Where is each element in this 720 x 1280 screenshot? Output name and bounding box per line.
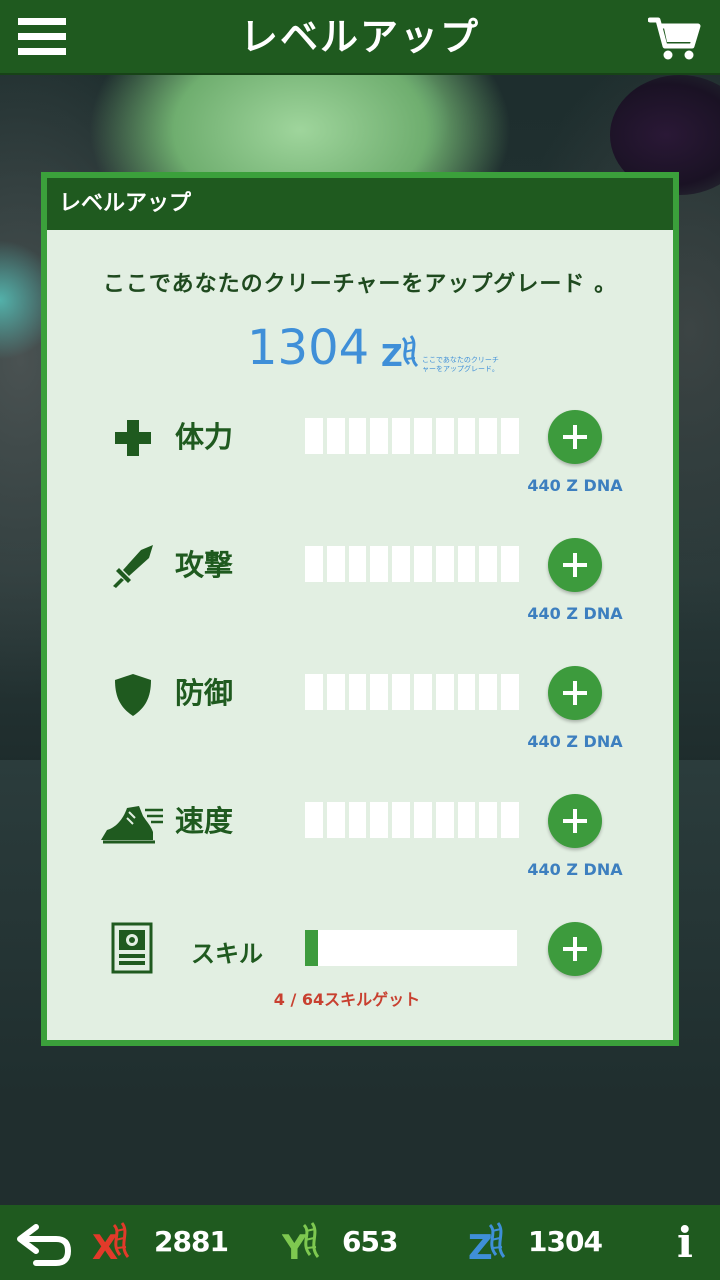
y-dna-value: 653 xyxy=(342,1225,398,1258)
dna-total: 1304 xyxy=(247,320,370,376)
defense-bar xyxy=(305,674,519,710)
upgrade-speed-button[interactable] xyxy=(548,794,602,848)
running-shoe-icon xyxy=(97,798,167,846)
x-dna-icon: X xyxy=(92,1219,138,1268)
stat-label-attack: 攻撃 xyxy=(175,548,234,582)
panel-description: ここであなたのクリーチャーをアップグレード 。 xyxy=(102,272,618,297)
level-up-panel: レベルアップ ここであなたのクリーチャーをアップグレード 。 1304 Z ここ… xyxy=(41,172,679,1046)
stat-label-speed: 速度 xyxy=(175,804,234,838)
panel-title: レベルアップ xyxy=(47,178,673,230)
health-cost: 440 Z DNA xyxy=(527,476,623,495)
z-dna-value: 1304 xyxy=(528,1225,603,1258)
speed-cost: 440 Z DNA xyxy=(527,860,623,879)
attack-cost: 440 Z DNA xyxy=(527,604,623,623)
speed-bar xyxy=(305,802,519,838)
skill-count-note: 4 / 64スキルゲット xyxy=(273,990,421,1009)
shopping-cart-icon[interactable] xyxy=(647,14,702,62)
skill-card-icon xyxy=(111,922,153,974)
stat-label-health: 体力 xyxy=(175,420,234,454)
health-cross-icon xyxy=(109,414,157,462)
y-dna-icon: Y xyxy=(281,1219,328,1268)
stat-label-skill: スキル xyxy=(191,940,263,968)
info-icon[interactable]: i xyxy=(668,1219,702,1267)
svg-text:Z: Z xyxy=(381,339,403,372)
svg-text:X: X xyxy=(92,1228,118,1265)
z-dna-icon-bottom: Z xyxy=(468,1219,514,1268)
skill-progress-fill xyxy=(305,930,319,966)
skill-progress-bar xyxy=(305,930,517,966)
upgrade-attack-button[interactable] xyxy=(548,538,602,592)
sword-icon xyxy=(109,542,157,590)
bottom-bar: X 2881 Y 653 Z 1304 i xyxy=(0,1205,720,1280)
top-bar: レベルアップ xyxy=(0,0,720,75)
upgrade-health-button[interactable] xyxy=(548,410,602,464)
health-bar xyxy=(305,418,519,454)
back-arrow-icon[interactable] xyxy=(16,1221,74,1267)
defense-cost: 440 Z DNA xyxy=(527,732,623,751)
page-title: レベルアップ xyxy=(239,15,480,59)
attack-bar xyxy=(305,546,519,582)
dna-icon-caption: ここであなたのクリーチャーをアップグレード。 xyxy=(422,356,499,373)
stat-label-defense: 防御 xyxy=(175,676,234,710)
menu-icon[interactable] xyxy=(18,18,66,58)
x-dna-value: 2881 xyxy=(154,1225,229,1258)
add-skill-button[interactable] xyxy=(548,922,602,976)
shield-icon xyxy=(109,670,157,718)
svg-text:Z: Z xyxy=(468,1228,493,1265)
svg-text:Y: Y xyxy=(282,1228,307,1265)
z-dna-icon: Z xyxy=(381,332,423,374)
background-floor-lower xyxy=(0,1095,720,1205)
upgrade-defense-button[interactable] xyxy=(548,666,602,720)
